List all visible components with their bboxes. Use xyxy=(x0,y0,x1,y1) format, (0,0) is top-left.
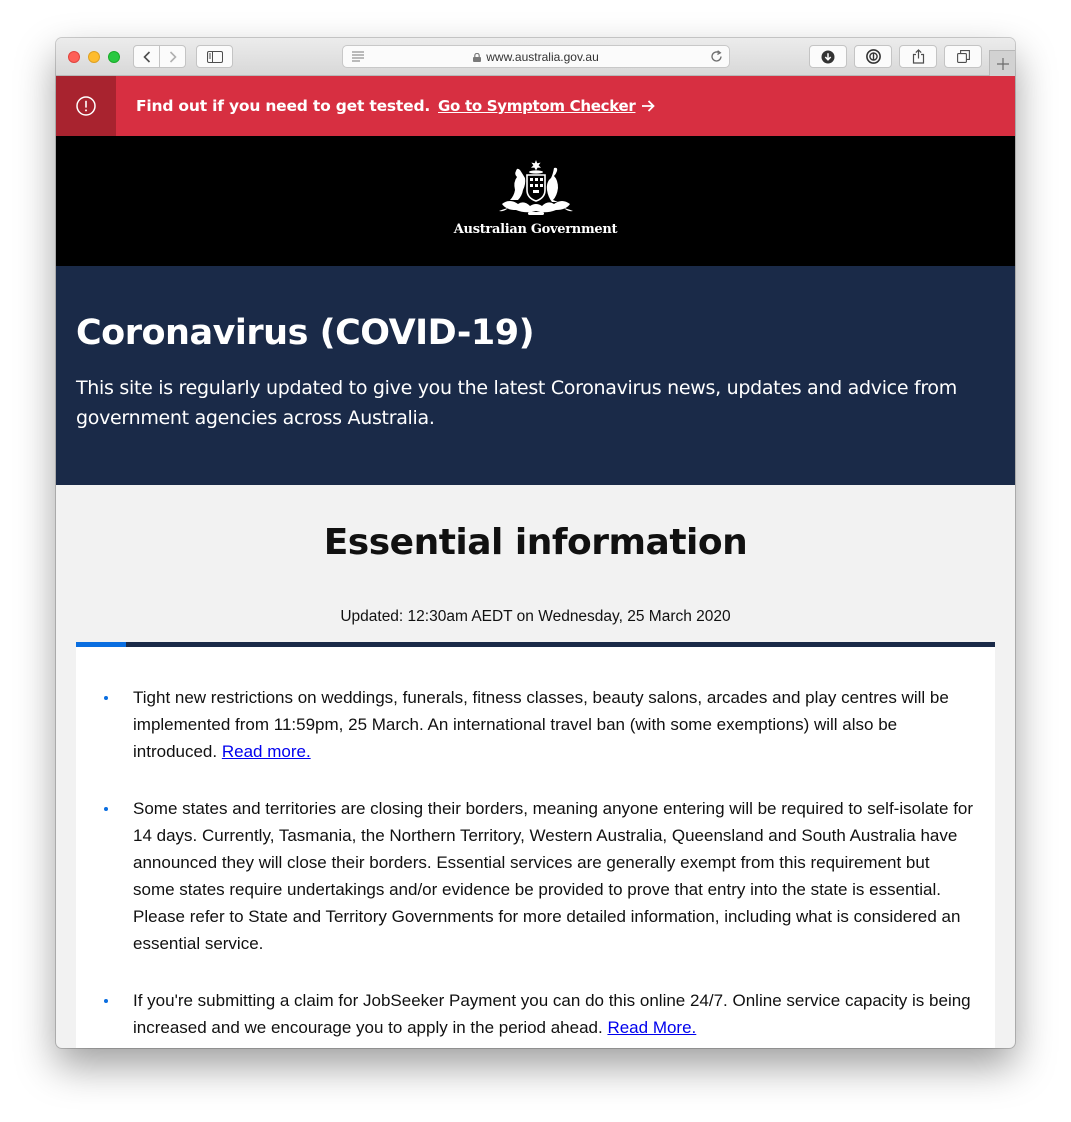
page-title: Coronavirus (COVID-19) xyxy=(76,313,535,353)
alert-message: Find out if you need to get tested. xyxy=(136,97,431,115)
list-item-text: If you're submitting a claim for JobSeek… xyxy=(133,991,971,1037)
browser-toolbar: www.australia.gov.au xyxy=(56,38,1015,76)
download-icon xyxy=(821,50,835,63)
browser-window: www.australia.gov.au Find out if you nee… xyxy=(56,38,1015,1048)
arrow-right-icon[interactable] xyxy=(641,100,656,112)
essential-information-list: Tight new restrictions on weddings, fune… xyxy=(104,684,974,1048)
address-bar[interactable]: www.australia.gov.au xyxy=(342,45,730,68)
read-more-link[interactable]: Read more. xyxy=(222,742,311,761)
list-item: Tight new restrictions on weddings, fune… xyxy=(104,684,974,765)
share-icon xyxy=(912,49,924,64)
bullet-icon xyxy=(104,999,108,1003)
close-window-button[interactable] xyxy=(68,51,80,63)
sidebar-toggle-button[interactable] xyxy=(196,45,233,68)
tab-overview-button[interactable] xyxy=(944,45,982,68)
page-description: This site is regularly updated to give y… xyxy=(76,377,957,429)
bullet-icon xyxy=(104,696,108,700)
plus-icon xyxy=(996,57,1009,70)
sidebar-icon xyxy=(206,50,223,63)
password-manager-button[interactable] xyxy=(854,45,892,68)
exclamation-circle-icon xyxy=(76,96,96,116)
zoom-window-button[interactable] xyxy=(108,51,120,63)
tabs-icon xyxy=(956,50,970,63)
downloads-button[interactable] xyxy=(809,45,847,68)
list-item: If you're submitting a claim for JobSeek… xyxy=(104,987,974,1041)
reload-icon[interactable] xyxy=(710,50,723,63)
list-item-text: Some states and territories are closing … xyxy=(133,799,974,953)
symptom-checker-alert: Find out if you need to get tested. Go t… xyxy=(56,76,1015,136)
bullet-icon xyxy=(104,807,108,811)
back-button[interactable] xyxy=(134,46,159,67)
minimize-window-button[interactable] xyxy=(88,51,100,63)
hero-banner: Coronavirus (COVID-19) This site is regu… xyxy=(56,266,1015,485)
password-manager-icon xyxy=(865,49,881,64)
share-button[interactable] xyxy=(899,45,937,68)
coat-of-arms-logo[interactable] xyxy=(496,160,576,218)
chevron-left-icon xyxy=(143,50,150,63)
url-display: www.australia.gov.au xyxy=(343,50,729,64)
essential-information-card: Tight new restrictions on weddings, fune… xyxy=(76,647,995,1048)
government-name: Australian Government xyxy=(453,222,618,237)
new-tab-button[interactable] xyxy=(989,50,1015,76)
lock-icon xyxy=(473,53,482,62)
url-text: www.australia.gov.au xyxy=(486,50,599,64)
updated-timestamp: Updated: 12:30am AEDT on Wednesday, 25 M… xyxy=(340,608,731,625)
forward-button[interactable] xyxy=(159,46,185,67)
symptom-checker-link[interactable]: Go to Symptom Checker xyxy=(438,97,636,115)
chevron-right-icon xyxy=(169,50,177,63)
essential-information-heading: Essential information xyxy=(323,522,748,563)
list-item: Some states and territories are closing … xyxy=(104,795,974,957)
history-nav-group xyxy=(133,45,186,68)
read-more-link[interactable]: Read More. xyxy=(607,1018,696,1037)
alert-icon-box xyxy=(56,76,116,136)
government-header: Australian Government xyxy=(56,136,1015,266)
